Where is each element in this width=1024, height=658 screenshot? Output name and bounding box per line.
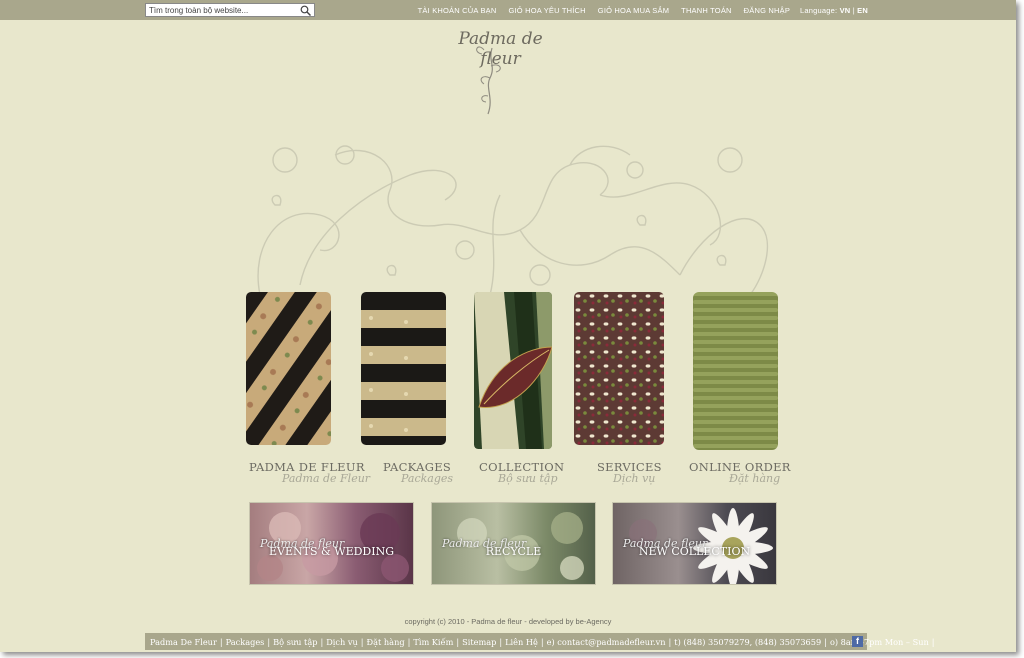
column-subtitle: Padma de Fleur [282, 472, 371, 485]
footer-link-services[interactable]: Dịch vụ [326, 637, 358, 647]
copyright: copyright (c) 2010 - Padma de fleur - de… [404, 617, 612, 626]
footer-link-search[interactable]: Tìm Kiếm [413, 637, 453, 647]
vase-services-image [574, 292, 664, 445]
nav-checkout[interactable]: THANH TOÁN [681, 6, 731, 15]
column-subtitle: Đặt hàng [729, 472, 781, 485]
floral-ornament [257, 145, 768, 296]
banner-recycle[interactable]: Padma de fleur RECYCLE [431, 502, 596, 585]
footer-bar: Padma De Fleur | Packages | Bộ sưu tập | Dị… [145, 633, 935, 650]
footer-link-collection[interactable]: Bộ sưu tập [273, 637, 317, 647]
site-logo[interactable]: Padma de fleur [438, 26, 563, 121]
footer-link-home[interactable]: Padma De Fleur [150, 637, 217, 647]
lang-vn[interactable]: VN [840, 6, 851, 15]
banner-title: NEW COLLECTION [638, 545, 751, 558]
banner-new-collection[interactable]: Padma de fleur NEW COLLECTION [612, 502, 777, 585]
banner-events-wedding[interactable]: Padma de fleur EVENTS & WEDDING [249, 502, 414, 585]
footer-link-sitemap[interactable]: Sitemap [462, 637, 496, 647]
vase-online-order-image [693, 292, 778, 450]
banner-title: EVENTS & WEDDING [268, 545, 395, 558]
nav-account[interactable]: TÀI KHOẢN CỦA BẠN [418, 6, 497, 15]
column-subtitle: Bộ sưu tập [498, 472, 558, 485]
lang-en[interactable]: EN [857, 6, 868, 15]
footer-phone: t) (848) 35079279, (848) 35073659 [674, 636, 822, 647]
column-subtitle: Packages [401, 472, 454, 485]
vase-packages-image [361, 292, 446, 445]
language-label: Language: [800, 6, 838, 15]
footer-email[interactable]: e) contact@padmadefleur.vn [547, 637, 666, 647]
footer-hours: o) 8am -7pm Mon – Sun [829, 636, 929, 647]
column-subtitle: Dịch vụ [613, 472, 656, 485]
vase-padma-image [246, 292, 331, 445]
language-switcher: Language: VN | EN [800, 6, 868, 15]
top-bar: TÀI KHOẢN CỦA BẠN GIỎ HOA YÊU THÍCH GIỎ … [0, 0, 1016, 20]
nav-login[interactable]: ĐĂNG NHẬP [744, 6, 790, 15]
facebook-icon[interactable]: f [852, 636, 863, 647]
search-input[interactable] [146, 4, 296, 16]
banner-title: RECYCLE [485, 545, 542, 558]
footer-link-contact[interactable]: Liên Hệ [505, 637, 538, 647]
nav-cart[interactable]: GIỎ HOA MUA SẮM [598, 6, 669, 15]
footer-link-order[interactable]: Đặt hàng [367, 637, 405, 647]
nav-favorites[interactable]: GIỎ HOA YÊU THÍCH [508, 6, 585, 15]
footer-link-packages[interactable]: Packages [226, 637, 265, 647]
vase-collection-image [474, 292, 552, 449]
lang-separator: | [852, 6, 855, 15]
page: TÀI KHOẢN CỦA BẠN GIỎ HOA YÊU THÍCH GIỎ … [0, 0, 1016, 652]
search-box [145, 3, 315, 17]
logo-text: Padma de fleur [458, 29, 543, 69]
search-icon[interactable] [300, 5, 311, 16]
top-nav: TÀI KHOẢN CỦA BẠN GIỎ HOA YÊU THÍCH GIỎ … [406, 6, 868, 15]
